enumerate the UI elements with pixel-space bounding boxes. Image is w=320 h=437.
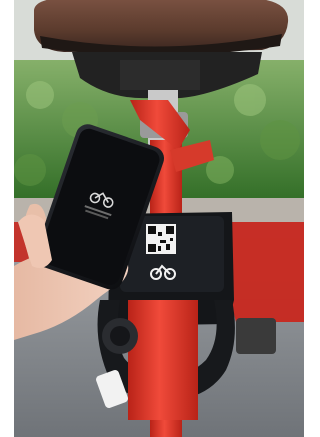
bike-lock-photo bbox=[0, 0, 312, 437]
pedal bbox=[236, 318, 276, 354]
qr-code bbox=[146, 224, 176, 254]
photo-scene bbox=[0, 0, 312, 437]
